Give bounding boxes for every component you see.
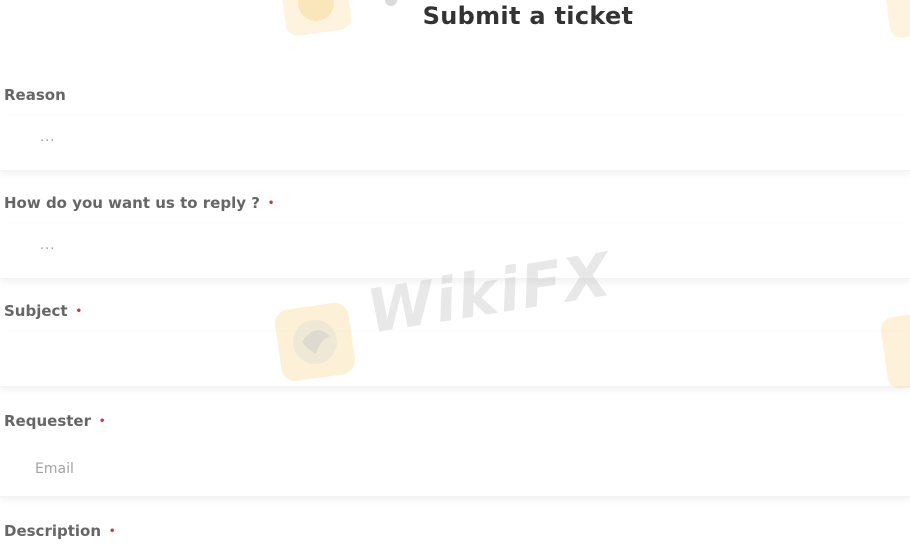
ticket-form-page: Submit a ticket Reason ... How do you wa… <box>0 0 910 549</box>
description-label-text: Description <box>4 522 102 540</box>
email-field[interactable] <box>0 442 910 496</box>
subject-label: Subject • <box>4 302 82 320</box>
required-indicator: • <box>267 198 275 209</box>
required-indicator: • <box>75 306 83 317</box>
description-label: Description • <box>4 522 115 540</box>
required-indicator: • <box>109 526 116 537</box>
reason-label-text: Reason <box>4 86 66 104</box>
reason-label: Reason <box>4 86 66 104</box>
subject-label-text: Subject <box>4 302 68 320</box>
reply-method-label-text: How do you want us to reply ? <box>4 194 260 212</box>
page-title: Submit a ticket <box>422 2 634 30</box>
requester-label: Requester • <box>4 412 105 430</box>
reason-select[interactable]: ... <box>0 116 910 171</box>
requester-label-text: Requester <box>4 412 91 430</box>
required-indicator: • <box>98 416 106 427</box>
subject-input[interactable] <box>0 332 910 387</box>
requester-email-input[interactable] <box>0 442 910 497</box>
subject-input-field[interactable] <box>0 332 910 386</box>
reply-method-select-value: ... <box>40 238 56 253</box>
reason-select-value: ... <box>40 130 56 145</box>
reply-method-label: How do you want us to reply ? • <box>4 194 274 212</box>
reply-method-select[interactable]: ... <box>0 224 910 279</box>
